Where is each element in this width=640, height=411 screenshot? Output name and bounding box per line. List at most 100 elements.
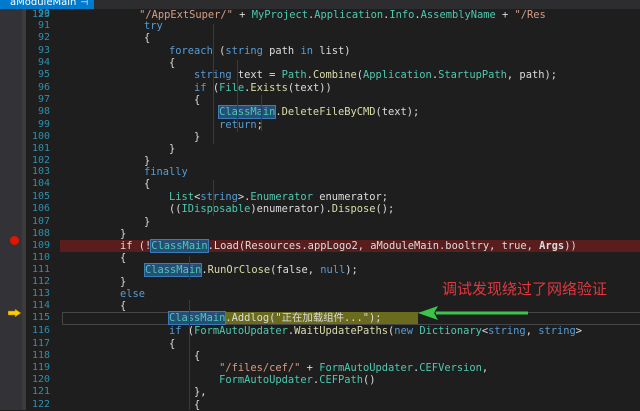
code-line[interactable]: 106 ((IDisposable)enumerator).Dispose(); [0, 203, 640, 215]
code-text[interactable]: { [144, 350, 200, 362]
code-line[interactable]: 91 try [0, 20, 640, 32]
code-text[interactable]: ClassMain.RunOrClose(false, null); [120, 263, 358, 277]
code-token: } [144, 143, 176, 155]
code-token: , path); [506, 69, 557, 81]
code-text[interactable]: return; [144, 119, 263, 131]
code-line[interactable]: 96 if (File.Exists(text)) [0, 82, 640, 94]
code-text[interactable]: } [144, 143, 175, 155]
code-line[interactable]: 107} [0, 216, 640, 228]
code-text[interactable]: } [120, 276, 126, 288]
line-number: 114 [31, 300, 50, 311]
code-line[interactable]: 103 finally [0, 166, 640, 178]
code-line[interactable]: 94 { [0, 57, 640, 69]
code-line[interactable]: 101 } [0, 143, 640, 155]
code-line[interactable]: 99 return; [0, 119, 640, 131]
code-line[interactable]: 111 ClassMain.RunOrClose(false, null); [0, 263, 640, 277]
code-token: { [144, 57, 176, 69]
code-text[interactable]: { [120, 252, 126, 264]
code-token: Enumerator [250, 191, 313, 203]
code-token: { [144, 350, 201, 362]
code-token: Args [539, 240, 565, 252]
code-text[interactable]: finally [144, 166, 188, 178]
line-number: 115 [31, 312, 50, 323]
code-text[interactable]: } [144, 131, 200, 143]
code-text[interactable]: FormAutoUpdater.CEFPath() [144, 374, 376, 386]
code-text[interactable]: ClassMain.DeleteFileByCMD(text); [144, 105, 419, 119]
pin-icon[interactable]: ⊣ [80, 0, 88, 8]
code-line[interactable]: 120 FormAutoUpdater.CEFPath() [0, 374, 640, 386]
code-token: { [144, 32, 151, 44]
code-line[interactable]: 123 "/AppExtSuper/" + MyProject.Applicat… [0, 9, 640, 21]
code-text[interactable]: ((IDisposable)enumerator).Dispose(); [144, 203, 394, 215]
code-text[interactable]: try [144, 20, 163, 32]
code-line[interactable]: 118 { [0, 350, 640, 362]
code-text[interactable]: }, [144, 386, 207, 398]
code-text[interactable]: } [120, 228, 126, 240]
breakpoint-icon[interactable] [10, 236, 19, 245]
code-token: string [538, 325, 576, 337]
code-token: if [194, 82, 207, 94]
code-token: FormAutoUpdater [194, 325, 288, 337]
code-line[interactable]: 108} [0, 228, 640, 240]
code-text[interactable]: "/AppExtSuper/" + MyProject.Application.… [64, 9, 546, 21]
code-token: .Addlog("正在加载组件..."); [225, 312, 382, 324]
code-text[interactable]: { [144, 399, 200, 411]
code-token: Application [363, 69, 432, 81]
code-token: { [144, 338, 176, 350]
code-line[interactable]: 104 { [0, 178, 640, 190]
code-line[interactable]: 100 } [0, 131, 640, 143]
code-line[interactable]: 119 "/files/cef/" + FormAutoUpdater.CEFV… [0, 362, 640, 374]
code-line[interactable]: 121 }, [0, 386, 640, 398]
line-number: 104 [31, 178, 50, 189]
code-token: () [362, 374, 376, 386]
code-line[interactable]: 110 { [0, 252, 640, 264]
code-token: Info [389, 9, 415, 21]
code-text[interactable]: "/files/cef/" + FormAutoUpdater.CEFVersi… [144, 362, 488, 374]
code-text[interactable]: { [144, 57, 175, 69]
code-token: } [120, 228, 127, 240]
code-text[interactable]: { [144, 338, 175, 350]
code-text[interactable]: List<string>.Enumerator enumerator; [144, 191, 388, 203]
code-line[interactable]: 95 string text = Path.Combine(Applicatio… [0, 69, 640, 81]
code-line[interactable]: 105 List<string>.Enumerator enumerator; [0, 191, 640, 203]
code-line[interactable]: 117 { [0, 338, 640, 350]
code-line[interactable]: 115 ClassMain.Addlog("正在加载组件..."); [0, 311, 640, 325]
code-line[interactable]: 98 ClassMain.DeleteFileByCMD(text); [0, 105, 640, 119]
code-token: path [262, 45, 301, 57]
code-line[interactable]: 93 foreach (string path in list) [0, 45, 640, 57]
annotation-arrow-icon [418, 306, 528, 320]
code-line[interactable]: 92 { [0, 32, 640, 44]
indent-guide [237, 60, 238, 132]
code-token: Dictionary [419, 325, 482, 337]
line-number: 110 [31, 252, 50, 263]
code-token: string [200, 191, 238, 203]
code-text[interactable]: { [144, 178, 150, 190]
line-number: 98 [37, 106, 50, 117]
code-token: RunOrClose [207, 264, 271, 276]
code-line[interactable]: 116 if (FormAutoUpdater.WaitUpdatePaths(… [0, 325, 640, 337]
code-token: list) [312, 45, 351, 57]
code-text[interactable]: foreach (string path in list) [144, 45, 351, 57]
code-text[interactable]: { [144, 94, 200, 106]
code-token: Combine [312, 69, 357, 81]
code-text[interactable]: if (FormAutoUpdater.WaitUpdatePaths(new … [144, 325, 582, 337]
code-token: string [488, 325, 526, 337]
code-text[interactable]: } [144, 216, 150, 228]
code-line[interactable]: 114 { [0, 300, 640, 312]
code-text[interactable]: { [144, 32, 150, 44]
indent-guide [261, 95, 262, 131]
code-text[interactable]: else [120, 288, 145, 300]
code-text[interactable]: { [120, 300, 126, 312]
code-text[interactable]: if (!ClassMain.Load(Resources.appLogo2, … [120, 239, 577, 253]
line-number: 109 [31, 240, 50, 251]
code-text[interactable]: ClassMain.Addlog("正在加载组件..."); [144, 311, 382, 325]
code-line[interactable]: 122 { [0, 399, 640, 411]
code-line[interactable]: 109 if (!ClassMain.Load(Resources.appLogo… [0, 239, 640, 253]
code-text[interactable]: string text = Path.Combine(Application.S… [144, 69, 557, 81]
code-token: { [144, 94, 201, 106]
code-line[interactable]: 97 { [0, 94, 640, 106]
code-token: ClassMain [150, 239, 209, 253]
